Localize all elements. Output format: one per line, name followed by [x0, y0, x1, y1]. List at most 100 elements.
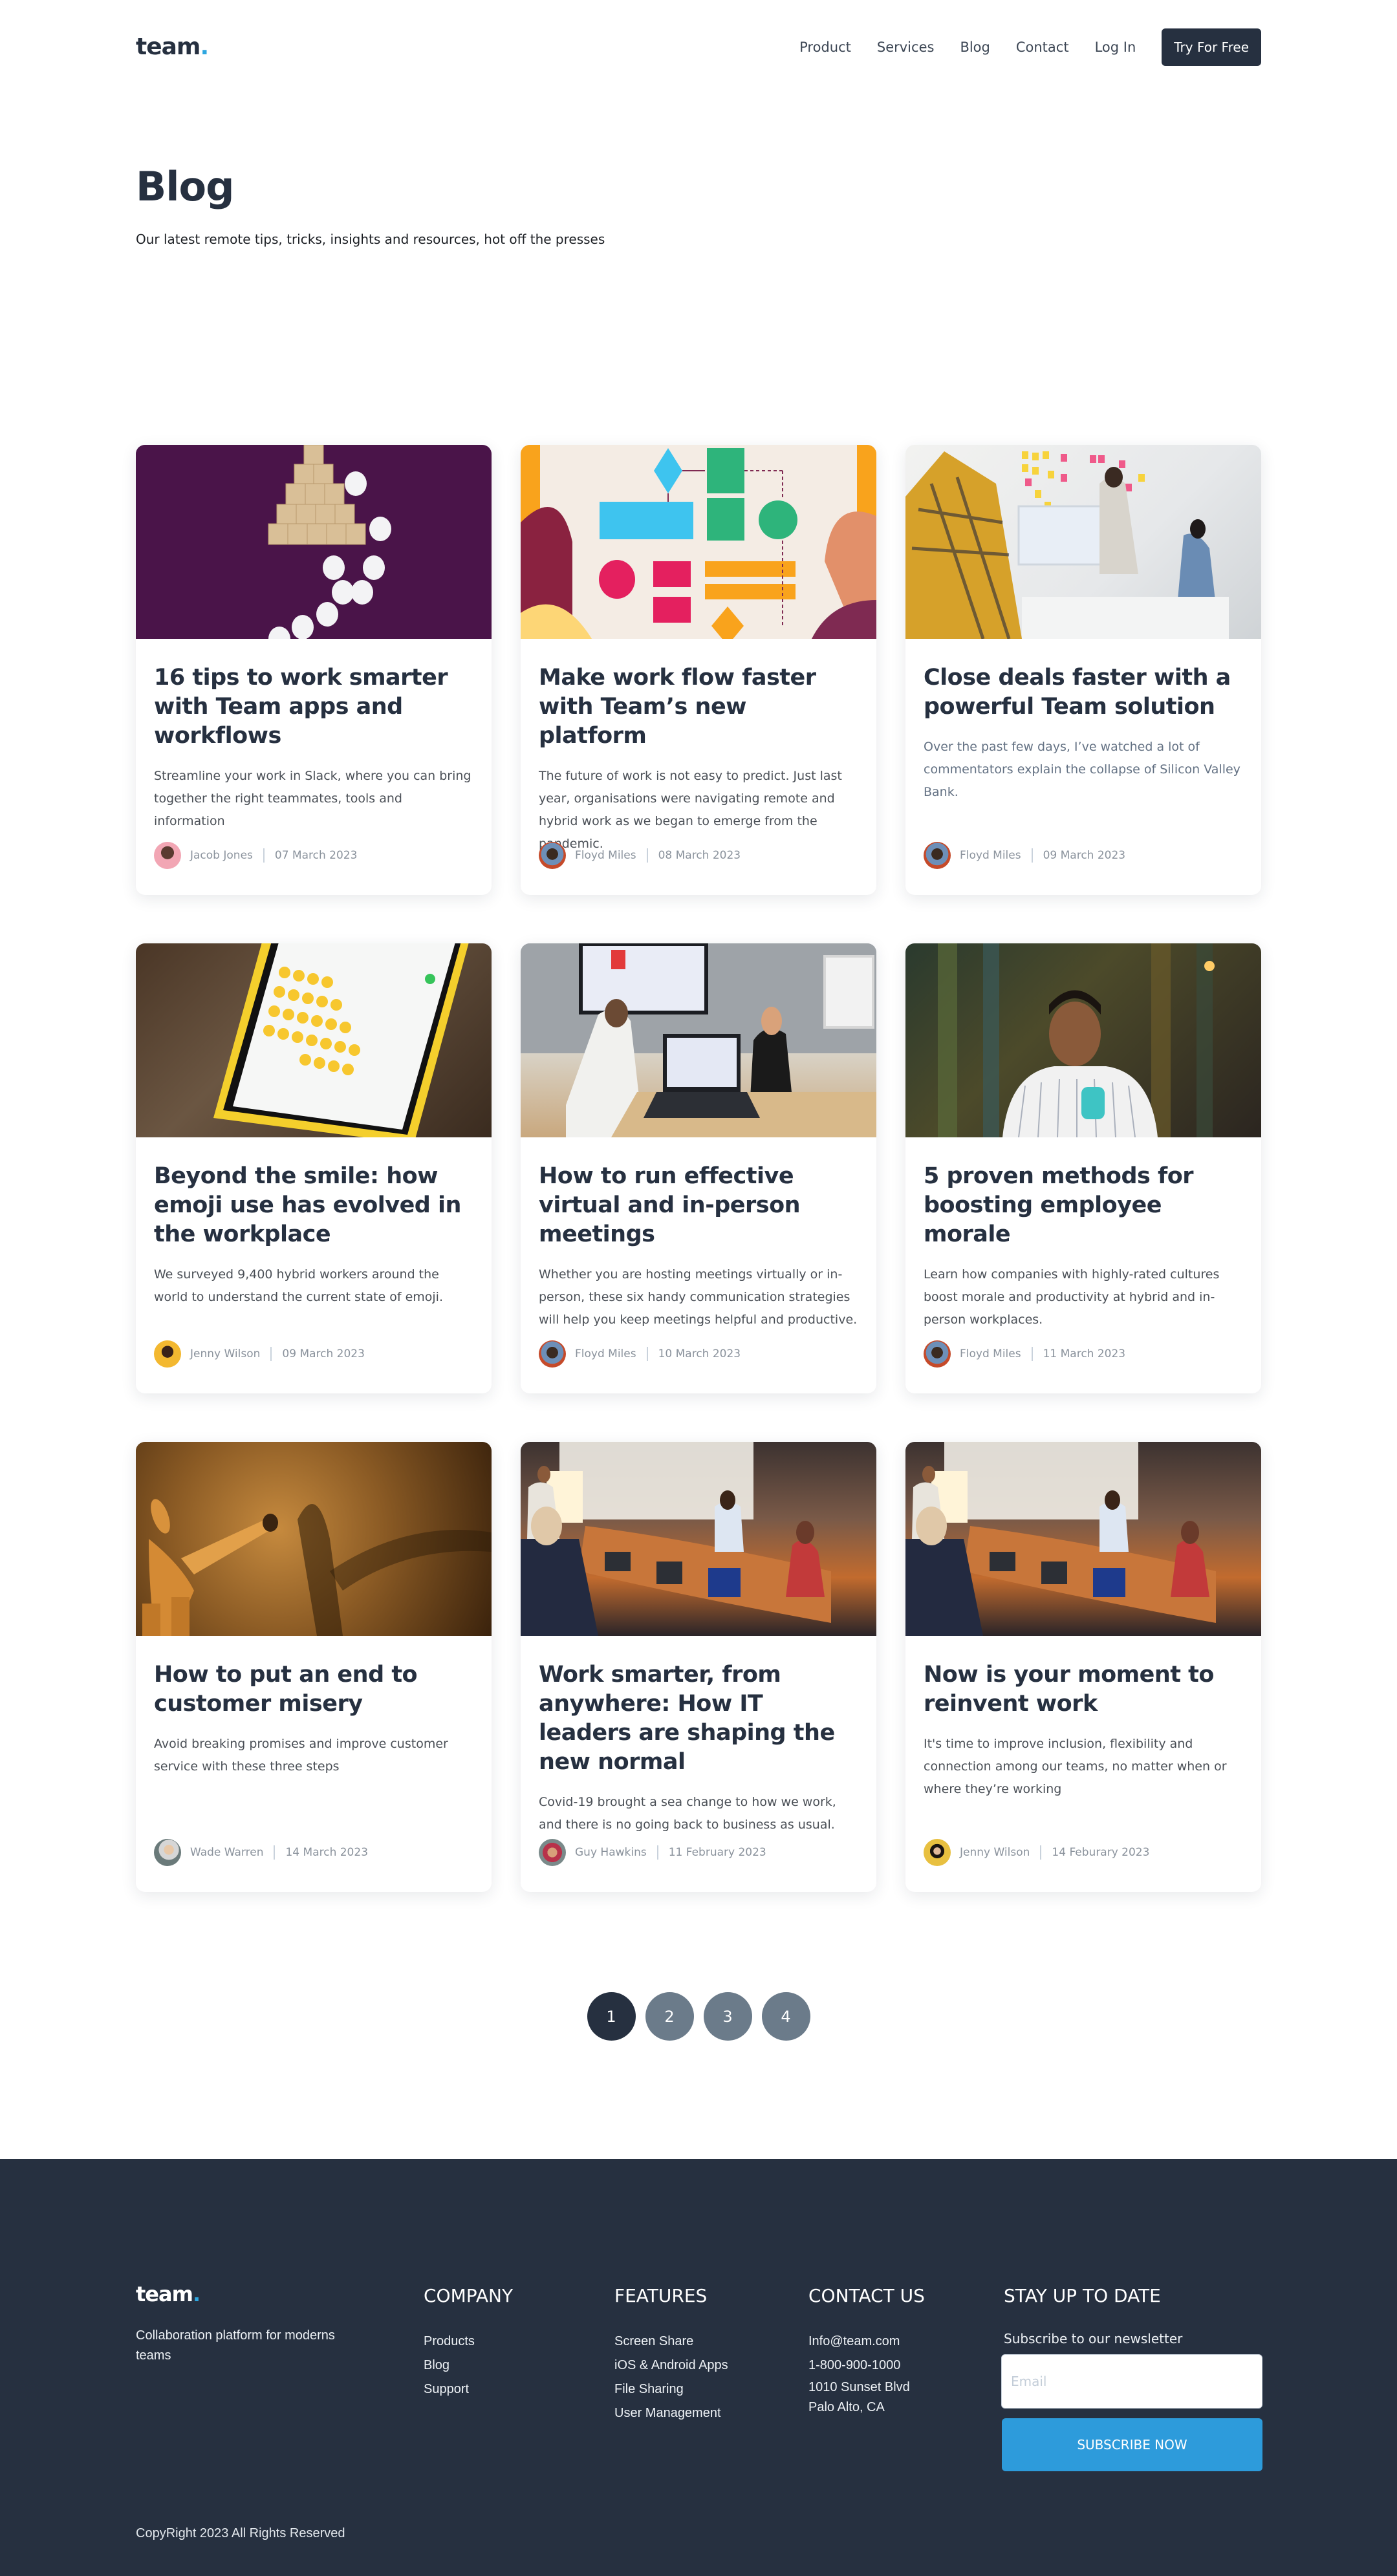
newsletter-subtitle: Subscribe to our newsletter: [1004, 2331, 1183, 2346]
meeting-room-laptop-photo[interactable]: [521, 943, 876, 1137]
footer-logo-dot: .: [192, 2282, 200, 2306]
post-card[interactable]: 16 tips to work smarter with Team apps a…: [136, 445, 492, 895]
main-nav: Product Services Blog Contact Log In Try…: [799, 28, 1261, 66]
conference-table-photo[interactable]: [521, 1442, 876, 1636]
footer-newsletter-column: STAY UP TO DATE Subscribe to our newslet…: [1001, 2285, 1262, 2471]
post-card[interactable]: Beyond the smile: how emoji use has evol…: [136, 943, 492, 1393]
post-title[interactable]: Beyond the smile: how emoji use has evol…: [154, 1162, 473, 1249]
workflow-diagram-illustration[interactable]: [521, 445, 876, 639]
post-author: Wade Warren: [190, 1846, 264, 1859]
post-excerpt: Whether you are hosting meetings virtual…: [539, 1267, 858, 1327]
nav-contact[interactable]: Contact: [1016, 39, 1069, 55]
meta-divider: [274, 1845, 276, 1860]
post-date: 07 March 2023: [274, 849, 358, 862]
nav-product[interactable]: Product: [799, 39, 851, 55]
nav-login[interactable]: Log In: [1095, 39, 1136, 55]
post-title[interactable]: 5 proven methods for boosting employee m…: [924, 1162, 1243, 1249]
contact-address-line2: Palo Alto, CA: [808, 2400, 885, 2414]
post-title[interactable]: Close deals faster with a powerful Team …: [924, 663, 1243, 722]
meta-divider: [646, 848, 648, 863]
page-subtitle: Our latest remote tips, tricks, insights…: [136, 231, 605, 247]
logo-dot: .: [200, 34, 209, 60]
copyright: CopyRight 2023 All Rights Reserved: [136, 2526, 345, 2540]
footer-features-heading: FEATURES: [614, 2285, 708, 2306]
post-card[interactable]: Make work flow faster with Team’s new pl…: [521, 445, 876, 895]
author-avatar: [539, 842, 566, 869]
post-excerpt: Over the past few days, I’ve watched a l…: [924, 740, 1240, 799]
footer-link-support[interactable]: Support: [424, 2377, 513, 2401]
contact-email[interactable]: Info@team.com: [808, 2330, 925, 2354]
post-meta: Floyd Miles 11 March 2023: [924, 1340, 1125, 1368]
post-card[interactable]: 5 proven methods for boosting employee m…: [905, 943, 1261, 1393]
conference-table-photo[interactable]: [905, 1442, 1261, 1636]
post-title[interactable]: Work smarter, from anywhere: How IT lead…: [539, 1660, 858, 1777]
card-body: Work smarter, from anywhere: How IT lead…: [521, 1636, 876, 1836]
post-card[interactable]: Now is your moment to reinvent work It's…: [905, 1442, 1261, 1892]
post-excerpt: It's time to improve inclusion, flexibil…: [924, 1737, 1227, 1796]
post-card[interactable]: How to run effective virtual and in-pers…: [521, 943, 876, 1393]
post-meta: Floyd Miles 09 March 2023: [924, 842, 1125, 869]
nav-blog[interactable]: Blog: [960, 39, 990, 55]
footer-link-products[interactable]: Products: [424, 2330, 513, 2354]
card-body: How to run effective virtual and in-pers…: [521, 1137, 876, 1331]
author-avatar: [539, 1839, 566, 1866]
post-meta: Jenny Wilson 09 March 2023: [154, 1340, 365, 1368]
card-body: Now is your moment to reinvent work It's…: [905, 1636, 1261, 1801]
logo[interactable]: team.: [136, 34, 209, 60]
footer-newsletter-heading: STAY UP TO DATE: [1004, 2285, 1161, 2306]
page-button-4[interactable]: 4: [761, 1992, 810, 2041]
post-meta: Jacob Jones 07 March 2023: [154, 842, 357, 869]
post-title[interactable]: How to put an end to customer misery: [154, 1660, 473, 1719]
footer-link-file-sharing[interactable]: File Sharing: [614, 2377, 728, 2401]
post-meta: Floyd Miles 08 March 2023: [539, 842, 741, 869]
footer-link-blog[interactable]: Blog: [424, 2354, 513, 2377]
office-team-meeting-photo[interactable]: [905, 445, 1261, 639]
man-with-drink-bar-photo[interactable]: [905, 943, 1261, 1137]
post-excerpt: Streamline your work in Slack, where you…: [154, 769, 471, 828]
try-for-free-button[interactable]: Try For Free: [1162, 28, 1261, 66]
meta-divider: [1031, 848, 1033, 863]
office-photo-illustration: [905, 451, 1229, 639]
contact-address-line1: 1010 Sunset Blvd: [808, 2380, 910, 2394]
post-meta: Jenny Wilson 14 Feburary 2023: [924, 1839, 1149, 1866]
post-excerpt: Covid-19 brought a sea change to how we …: [539, 1795, 836, 1832]
post-title[interactable]: Now is your moment to reinvent work: [924, 1660, 1243, 1719]
bar-illustration: [938, 943, 1215, 1137]
page-button-3[interactable]: 3: [703, 1992, 752, 2041]
footer-link-screen-share[interactable]: Screen Share: [614, 2330, 728, 2354]
footer-contact-heading: CONTACT US: [808, 2285, 925, 2306]
post-title[interactable]: 16 tips to work smarter with Team apps a…: [154, 663, 473, 751]
page-button-2[interactable]: 2: [645, 1992, 694, 2041]
page-button-1[interactable]: 1: [587, 1992, 636, 2041]
post-title[interactable]: How to run effective virtual and in-pers…: [539, 1162, 858, 1249]
post-date: 11 March 2023: [1043, 1347, 1126, 1360]
contact-phone[interactable]: 1-800-900-1000: [808, 2354, 925, 2377]
footer-tagline: Collaboration platform for moderns teams: [136, 2328, 335, 2363]
footer-logo[interactable]: team.: [136, 2282, 200, 2306]
wooden-mannequin-photo[interactable]: [136, 1442, 492, 1636]
footer-link-mobile-apps[interactable]: iOS & Android Apps: [614, 2354, 728, 2377]
footer-link-user-management[interactable]: User Management: [614, 2401, 728, 2425]
newsletter-email-input[interactable]: [1001, 2354, 1262, 2409]
post-meta: Guy Hawkins 11 February 2023: [539, 1839, 766, 1866]
post-meta: Wade Warren 14 March 2023: [154, 1839, 368, 1866]
meta-divider: [646, 1347, 648, 1361]
subscribe-now-button[interactable]: SUBSCRIBE NOW: [1002, 2418, 1262, 2471]
phone-emoji-keyboard-photo[interactable]: [136, 943, 492, 1137]
pagination: 1 2 3 4: [0, 1992, 1397, 2041]
footer-contact-column: CONTACT US Info@team.com 1-800-900-1000 …: [808, 2285, 925, 2418]
post-author: Guy Hawkins: [575, 1846, 647, 1859]
post-date: 14 March 2023: [285, 1846, 369, 1859]
author-avatar: [924, 1340, 951, 1368]
post-card[interactable]: Work smarter, from anywhere: How IT lead…: [521, 1442, 876, 1892]
wooden-blocks-pyramid-image[interactable]: [136, 445, 492, 639]
conference-illustration: [905, 1442, 1216, 1636]
post-date: 09 March 2023: [1043, 849, 1126, 862]
post-title[interactable]: Make work flow faster with Team’s new pl…: [539, 663, 858, 751]
card-body: Make work flow faster with Team’s new pl…: [521, 639, 876, 855]
post-author: Floyd Miles: [960, 849, 1021, 862]
footer-company-column: COMPANY Products Blog Support: [424, 2285, 513, 2401]
post-card[interactable]: Close deals faster with a powerful Team …: [905, 445, 1261, 895]
post-card[interactable]: How to put an end to customer misery Avo…: [136, 1442, 492, 1892]
nav-services[interactable]: Services: [877, 39, 935, 55]
